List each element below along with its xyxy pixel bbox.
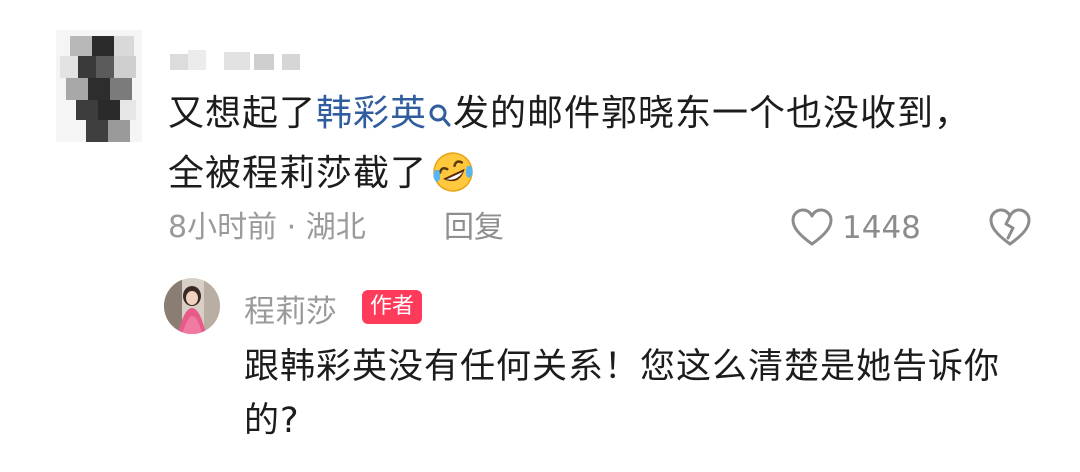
rolling-on-floor-laughing-emoji-icon [431,150,475,194]
mention-link[interactable]: 韩彩英 [316,93,427,134]
reply-author-name[interactable]: 程莉莎 [244,286,337,331]
comment-time-location: 8小时前 · 湖北 [168,210,366,245]
comment-meta-row: 8小时前 · 湖北 回复 1448 [168,204,1048,252]
comment-body: 又想起了韩彩英 发的邮件郭晓东一个也没收到，全被程莉莎截了 [168,84,998,204]
commenter-name-blurred[interactable] [170,50,320,72]
reply-author-avatar[interactable] [164,278,220,334]
reply-button[interactable]: 回复 [444,204,504,252]
like-count: 1448 [842,210,921,246]
author-badge: 作者 [362,290,423,324]
search-icon[interactable] [427,90,453,127]
like-button[interactable]: 1448 [790,204,921,252]
heart-outline-icon [791,208,833,246]
reply-body: 跟韩彩英没有任何关系！您这么清楚是她告诉你的? [244,347,1001,441]
commenter-avatar-pixelated[interactable] [56,30,142,142]
broken-heart-icon[interactable] [988,208,1032,263]
comment-text-before: 又想起了 [168,93,317,134]
